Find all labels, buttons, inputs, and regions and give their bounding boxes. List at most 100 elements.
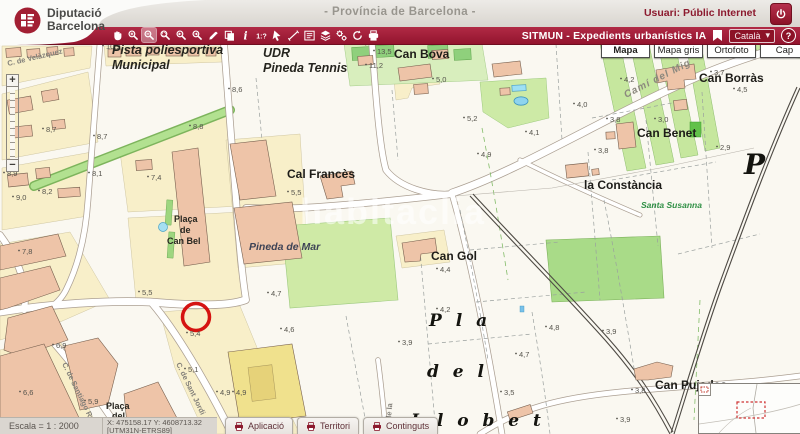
spot-height-dot xyxy=(373,50,375,52)
spot-height: 8,7 xyxy=(46,125,56,134)
spot-height: 3,8 xyxy=(610,115,620,124)
spot-height: 4,1 xyxy=(529,128,539,137)
spot-height-dot xyxy=(287,191,289,193)
logo-text: Diputació Barcelona xyxy=(47,7,105,33)
spot-height: 4,9 xyxy=(236,388,246,397)
language-select[interactable]: Català ▾ xyxy=(729,29,775,43)
statusbar-tabs: Aplicació Territori Continguts xyxy=(225,417,438,434)
tab-territori[interactable]: Territori xyxy=(297,417,359,434)
spot-height-dot xyxy=(18,250,20,252)
spot-height-dot xyxy=(606,118,608,120)
map-yellow-building xyxy=(228,344,306,424)
zoom-out-button[interactable]: − xyxy=(6,159,19,172)
status-bar: Escala = 1 : 2000 X: 475158.17 Y: 460871… xyxy=(0,417,438,434)
spot-height: 3,9 xyxy=(402,338,412,347)
spot-height: 8,7 xyxy=(97,132,107,141)
spot-height-dot xyxy=(463,117,465,119)
tab-aplicacio[interactable]: Aplicació xyxy=(225,417,293,434)
help-button[interactable]: ? xyxy=(781,28,796,43)
logout-button[interactable] xyxy=(770,3,792,25)
feature-info-icon[interactable] xyxy=(238,28,252,42)
spot-height-dot xyxy=(716,146,718,148)
map-label: Municipal xyxy=(112,58,170,72)
spot-height-dot xyxy=(189,125,191,127)
scale-input-icon[interactable] xyxy=(254,28,268,42)
measure-line-icon[interactable] xyxy=(286,28,300,42)
spot-height: 4,2 xyxy=(624,75,634,84)
legend-icon[interactable] xyxy=(302,28,316,42)
spot-height-dot xyxy=(602,330,604,332)
map-label: Plaça xyxy=(106,401,131,411)
spot-height: 8,1 xyxy=(92,169,102,178)
map-label: habitaclia xyxy=(300,191,486,232)
layers-icon[interactable] xyxy=(318,28,332,42)
map-label: de xyxy=(180,225,191,235)
print-icon[interactable] xyxy=(366,28,380,42)
spot-height: 8,8 xyxy=(193,122,203,131)
spot-height-dot xyxy=(52,344,54,346)
printer-icon xyxy=(234,422,244,431)
spot-height: 7,8 xyxy=(22,247,32,256)
spot-height-dot xyxy=(232,391,234,393)
spot-height: 8,2 xyxy=(42,187,52,196)
measure-icon[interactable] xyxy=(206,28,220,42)
spot-height: 3,0 xyxy=(658,115,668,124)
overview-toggle-button[interactable] xyxy=(698,383,711,396)
spot-height: 3,8 xyxy=(635,386,645,395)
spot-height-dot xyxy=(432,78,434,80)
spot-height-dot xyxy=(500,391,502,393)
spot-height-dot xyxy=(545,326,547,328)
spot-height-dot xyxy=(19,391,21,393)
spot-height: 13,5 xyxy=(377,47,392,56)
refresh-icon[interactable] xyxy=(350,28,364,42)
spot-height-dot xyxy=(138,291,140,293)
settings-icon[interactable] xyxy=(334,28,348,42)
zoom-slider: + − xyxy=(6,74,19,172)
spot-height-dot xyxy=(3,172,5,174)
zoom-in-button[interactable]: + xyxy=(6,74,19,87)
spot-height-dot xyxy=(280,328,282,330)
spot-height: 8,6 xyxy=(232,85,242,94)
map-canvas[interactable]: 10,911,613,511,211,611,88,88,68,78,78,98… xyxy=(0,44,800,434)
spot-height-dot xyxy=(365,64,367,66)
select-icon[interactable] xyxy=(270,28,284,42)
map-label: Santa Susanna xyxy=(641,200,702,210)
spot-height-dot xyxy=(216,391,218,393)
spot-height: 3,5 xyxy=(504,388,514,397)
overview-map[interactable] xyxy=(698,383,800,434)
coordinates-readout: X: 475158.17 Y: 4608713.32 [UTM31N-ETRS8… xyxy=(103,417,217,434)
zoom-slider-track[interactable] xyxy=(6,87,19,159)
spot-height: 4,5 xyxy=(737,85,747,94)
map-label: Cal Francès xyxy=(287,167,355,181)
spot-height-dot xyxy=(88,172,90,174)
spot-height: 4,9 xyxy=(481,150,491,159)
appbar-right: SITMUN - Expedients urbanístics IA Catal… xyxy=(522,27,796,44)
spot-height: 4,6 xyxy=(284,325,294,334)
printer-icon xyxy=(372,422,382,431)
language-value: Català xyxy=(734,31,760,41)
tab-continguts[interactable]: Continguts xyxy=(363,417,438,434)
spot-height: 5,0 xyxy=(436,75,446,84)
copy-map-icon[interactable] xyxy=(222,28,236,42)
map-label: d e l xyxy=(427,362,488,382)
map-label: P l a xyxy=(428,311,491,331)
bookmark-icon[interactable] xyxy=(712,29,723,42)
spot-height: 3,9 xyxy=(606,327,616,336)
spot-height: 9,0 xyxy=(16,193,26,202)
spot-height: 5,2 xyxy=(467,114,477,123)
user-label: Usuari: Públic Internet xyxy=(644,7,756,19)
map-label: Can Bova xyxy=(394,47,450,61)
map-label: Plaça xyxy=(174,214,199,224)
spot-height-dot xyxy=(525,131,527,133)
spot-height-dot xyxy=(93,135,95,137)
spot-height-dot xyxy=(228,88,230,90)
spot-height: 4,0 xyxy=(577,100,587,109)
map-label: Pineda de Mar xyxy=(249,241,321,253)
spot-height-dot xyxy=(186,332,188,334)
diputacio-logo-icon xyxy=(14,7,41,34)
power-icon xyxy=(775,8,787,20)
spot-height: 11,2 xyxy=(369,61,383,70)
map-svg: 10,911,613,511,211,611,88,88,68,78,78,98… xyxy=(0,44,800,434)
spot-height-dot xyxy=(398,341,400,343)
map-label: UDR xyxy=(263,46,290,60)
